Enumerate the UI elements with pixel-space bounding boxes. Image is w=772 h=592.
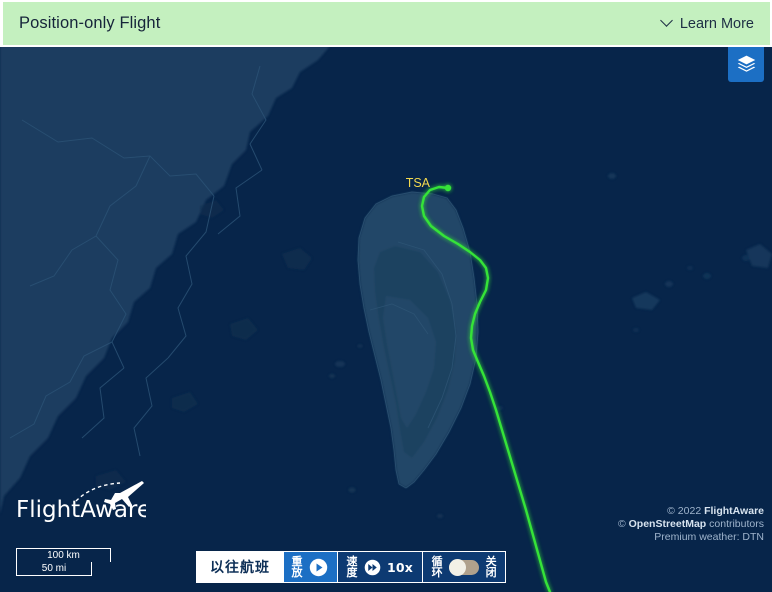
banner-title: Position-only Flight [19,14,161,32]
map-layers-button[interactable] [728,44,764,82]
scale-mi-label: 50 mi [16,562,92,576]
replay-control-bar: 以往航班 重 放 速 度 10x 循 环 关 闭 [196,551,507,583]
loop-toggle-knob [449,558,467,576]
past-flights-label: 以往航班 [210,560,270,576]
speed-control[interactable]: 速 度 10x [338,552,424,582]
attribution-weather: Premium weather: DTN [654,531,764,543]
position-only-flight-banner: Position-only Flight Learn More [0,0,772,47]
scale-km-label: 100 km [16,548,111,562]
speed-value: 10x [387,559,414,575]
attribution-flightaware: © 2022 FlightAware [618,505,764,518]
replay-button[interactable]: 重 放 [284,552,338,582]
attribution-copyright-prefix: © 2022 [667,505,705,517]
fast-forward-icon [364,559,381,575]
attribution-osm-suffix: contributors [706,518,764,530]
airport-label-tsa: TSA [406,176,431,190]
speed-label: 速 度 [346,554,358,579]
chevron-down-icon [662,16,673,27]
attribution-osm: © OpenStreetMap contributors [618,518,764,531]
loop-state-label: 关 闭 [485,554,497,579]
learn-more-label: Learn More [679,15,754,32]
layers-icon [737,55,755,72]
attribution-flightaware-brand: FlightAware [704,505,764,517]
loop-toggle-switch[interactable] [449,558,480,576]
learn-more-button[interactable]: Learn More [662,16,756,32]
flightaware-map-page: TSA Position-only Flight Learn More Flig… [0,0,772,592]
map-scale-bar: 100 km 50 mi [16,548,111,576]
attribution-osm-prefix: © [617,518,629,530]
map-attribution: © 2022 FlightAware © OpenStreetMap contr… [618,505,764,544]
replay-label: 重 放 [291,554,303,579]
past-flights-button[interactable]: 以往航班 [197,552,284,582]
loop-control[interactable]: 循 环 关 闭 [423,552,506,582]
loop-label: 循 环 [431,554,443,579]
play-icon [309,558,328,576]
attribution-osm-link[interactable]: OpenStreetMap [629,518,707,530]
